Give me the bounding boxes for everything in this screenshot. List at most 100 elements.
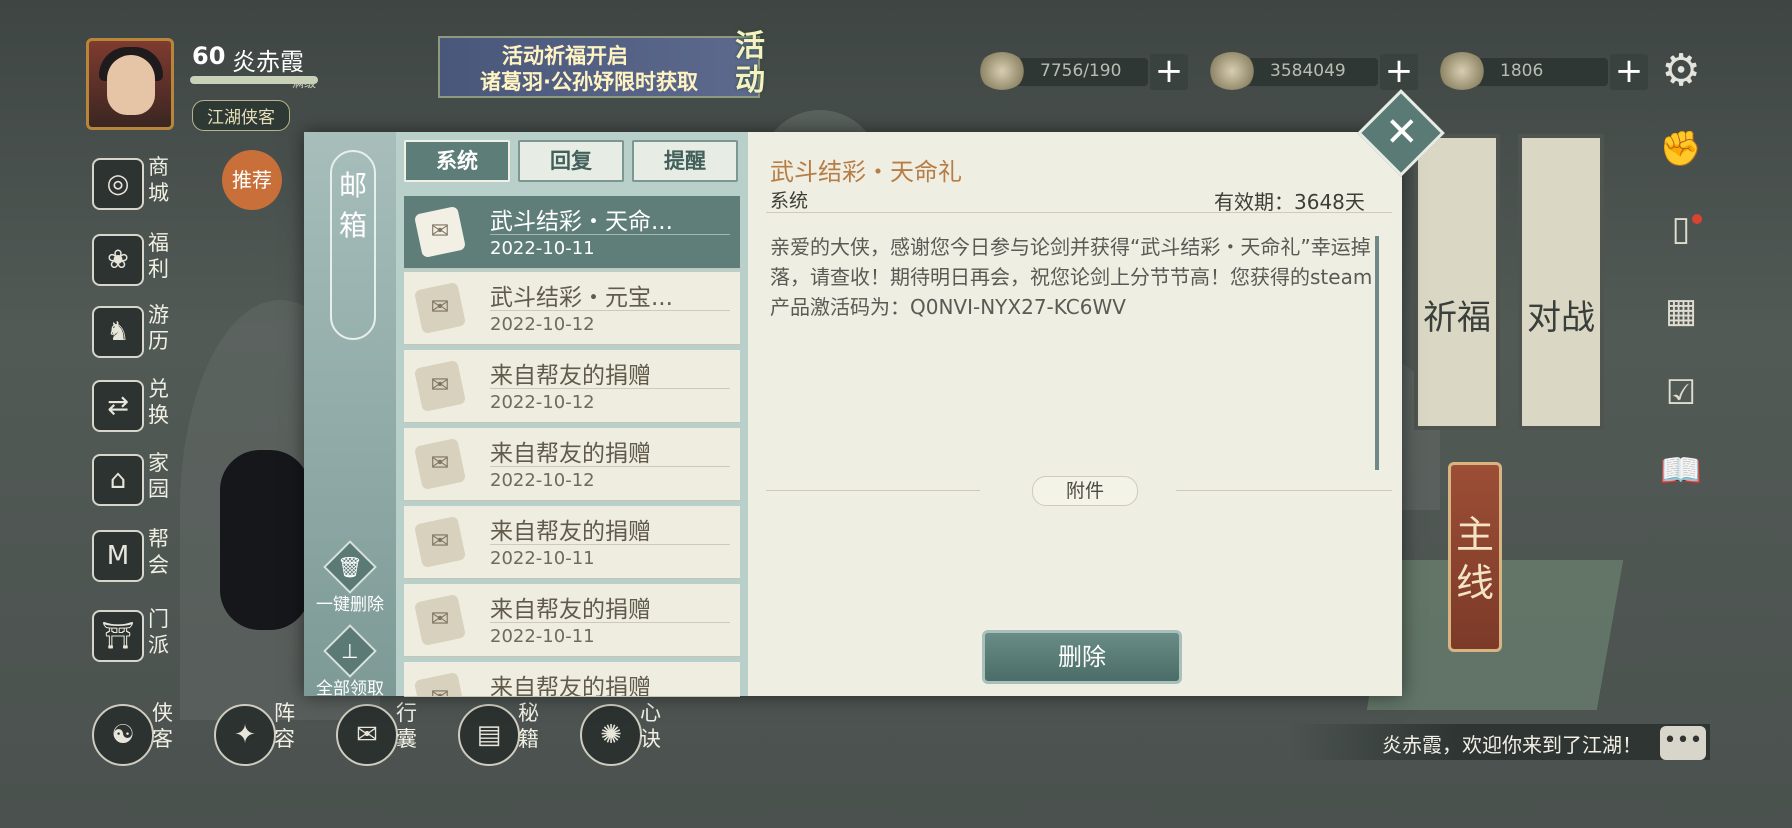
- menu-formation[interactable]: ✦ 阵容: [214, 700, 324, 768]
- mail-item[interactable]: ✉ 来自帮友的捐赠 2022-10-11: [404, 506, 740, 579]
- bag-icon: ✉: [336, 704, 398, 766]
- mail-item[interactable]: ✉ 来自帮友的捐赠 2022-10-12: [404, 350, 740, 423]
- menu-welfare[interactable]: ❀ 福利: [92, 228, 202, 292]
- menu-hero-label: 侠客: [152, 701, 173, 751]
- mail-date: 2022-10-11: [490, 626, 595, 647]
- main-line-button[interactable]: 主线: [1448, 462, 1502, 652]
- menu-mind[interactable]: ✺ 心诀: [580, 700, 690, 768]
- recommend-button[interactable]: 推荐: [222, 150, 282, 210]
- claim-all-button[interactable]: ⊥ 全部领取: [306, 624, 394, 702]
- event-banner-line2: 诸葛羽·公孙妤限时获取: [480, 70, 698, 94]
- player-title-badge: 江湖侠客: [192, 100, 290, 131]
- resource-gold-value: 1806: [1500, 61, 1544, 81]
- event-banner[interactable]: 活动祈福开启 诸葛羽·公孙妤限时获取 活动: [438, 30, 765, 98]
- horse-icon: ♞: [92, 306, 144, 358]
- menu-bag-label: 行囊: [396, 701, 417, 751]
- mail-item[interactable]: ✉ 来自帮友的捐赠: [404, 662, 740, 697]
- menu-manual[interactable]: ▤ 秘籍: [458, 700, 568, 768]
- welfare-icon: ❀: [92, 234, 144, 286]
- guild-icon: M: [92, 530, 144, 582]
- menu-hero[interactable]: ☯ 侠客: [92, 700, 202, 768]
- resource-gold: 1806: [1438, 52, 1608, 90]
- chat-message: 炎赤霞，欢迎你来到了江湖！: [1382, 733, 1642, 757]
- delete-all-button[interactable]: 🗑 一键删除: [306, 540, 394, 618]
- battle-banner[interactable]: 对战: [1518, 134, 1604, 430]
- tab-reply[interactable]: 回复: [518, 140, 624, 182]
- pray-banner[interactable]: 祈福: [1414, 134, 1500, 430]
- mail-date: 2022-10-12: [490, 392, 595, 413]
- settings-gear-icon[interactable]: ⚙: [1658, 48, 1704, 94]
- level-max-tag: 满级: [292, 76, 317, 90]
- mind-icon: ✺: [580, 704, 642, 766]
- event-banner-side-label: 活动: [735, 29, 765, 98]
- menu-sect[interactable]: ⛩ 门派: [92, 604, 202, 668]
- recommend-label: 推荐: [232, 168, 272, 192]
- menu-guild[interactable]: M 帮会: [92, 524, 202, 588]
- panda-figure: [220, 450, 310, 630]
- mail-letter-icon: ✉: [413, 437, 467, 491]
- mail-title: 来自帮友的捐赠: [490, 441, 651, 467]
- menu-bag[interactable]: ✉ 行囊: [336, 700, 446, 768]
- claim-icon: ⊥: [323, 624, 377, 678]
- player-level: 60: [192, 42, 226, 70]
- add-gold-button[interactable]: +: [1610, 54, 1648, 90]
- fist-icon[interactable]: ✊: [1658, 126, 1704, 172]
- menu-home[interactable]: ⌂ 家园: [92, 448, 202, 512]
- mail-date: 2022-10-12: [490, 314, 595, 335]
- checklist-icon[interactable]: ☑: [1658, 370, 1704, 416]
- resource-bun-value: 7756/190: [1040, 61, 1122, 81]
- mail-date: 2022-10-12: [490, 470, 595, 491]
- detail-divider: [766, 212, 1392, 213]
- menu-shop-label: 商城: [148, 155, 169, 205]
- attachment-label: 附件: [1032, 476, 1138, 506]
- attachment-divider-left: [766, 490, 980, 491]
- book-icon[interactable]: 📖: [1658, 448, 1704, 494]
- resource-coins: 3584049: [1208, 52, 1378, 90]
- notification-dot: [1692, 214, 1702, 224]
- menu-sect-label: 门派: [148, 607, 169, 657]
- trash-icon: 🗑: [323, 540, 377, 594]
- add-coins-button[interactable]: +: [1380, 54, 1418, 90]
- menu-mind-label: 心诀: [640, 701, 661, 751]
- menu-exchange[interactable]: ⇄ 兑换: [92, 374, 202, 438]
- battle-banner-label: 对战: [1527, 298, 1595, 338]
- menu-guild-label: 帮会: [148, 527, 169, 577]
- menu-exchange-label: 兑换: [148, 377, 169, 427]
- delete-mail-button[interactable]: 删除: [982, 630, 1182, 684]
- player-avatar[interactable]: [86, 38, 174, 130]
- mail-letter-icon: ✉: [413, 671, 467, 696]
- mail-item[interactable]: ✉ 来自帮友的捐赠 2022-10-12: [404, 428, 740, 501]
- chat-bubble-icon[interactable]: •••: [1660, 726, 1706, 760]
- mail-letter-icon: ✉: [413, 205, 467, 259]
- attachment-divider-right: [1176, 490, 1392, 491]
- mail-title: 来自帮友的捐赠: [490, 519, 651, 545]
- tab-reminder[interactable]: 提醒: [632, 140, 738, 182]
- chat-bar[interactable]: 炎赤霞，欢迎你来到了江湖！: [1290, 724, 1710, 760]
- menu-home-label: 家园: [148, 451, 169, 501]
- sect-icon: ⛩: [92, 610, 144, 662]
- mail-title: 武斗结彩・天命...: [490, 209, 673, 235]
- mail-title: 武斗结彩・元宝...: [490, 285, 673, 311]
- menu-shop[interactable]: ◎ 商城: [92, 152, 202, 216]
- mail-date: 2022-10-11: [490, 238, 595, 259]
- body-scrollbar[interactable]: [1375, 236, 1379, 470]
- mail-item[interactable]: ✉ 武斗结彩・元宝... 2022-10-12: [404, 272, 740, 345]
- scroll-icon[interactable]: ▦: [1658, 288, 1704, 334]
- hero-icon: ☯: [92, 704, 154, 766]
- player-name: 炎赤霞: [232, 48, 304, 76]
- mail-item[interactable]: ✉ 武斗结彩・天命... 2022-10-11: [404, 196, 740, 269]
- door-icon[interactable]: ▯: [1658, 206, 1704, 252]
- mail-title: 来自帮友的捐赠: [490, 675, 651, 697]
- tab-system[interactable]: 系统: [404, 140, 510, 182]
- mail-detail-sender: 系统: [770, 190, 809, 212]
- mail-title: 来自帮友的捐赠: [490, 363, 651, 389]
- resource-coins-value: 3584049: [1270, 61, 1346, 81]
- menu-manual-label: 秘籍: [518, 701, 539, 751]
- mailbox-title: 邮箱: [330, 150, 376, 340]
- menu-travel[interactable]: ♞ 游历: [92, 300, 202, 364]
- mail-validity: 有效期：3648天: [1214, 190, 1365, 214]
- add-bun-button[interactable]: +: [1150, 54, 1188, 90]
- mail-item[interactable]: ✉ 来自帮友的捐赠 2022-10-11: [404, 584, 740, 657]
- mail-letter-icon: ✉: [413, 593, 467, 647]
- exchange-icon: ⇄: [92, 380, 144, 432]
